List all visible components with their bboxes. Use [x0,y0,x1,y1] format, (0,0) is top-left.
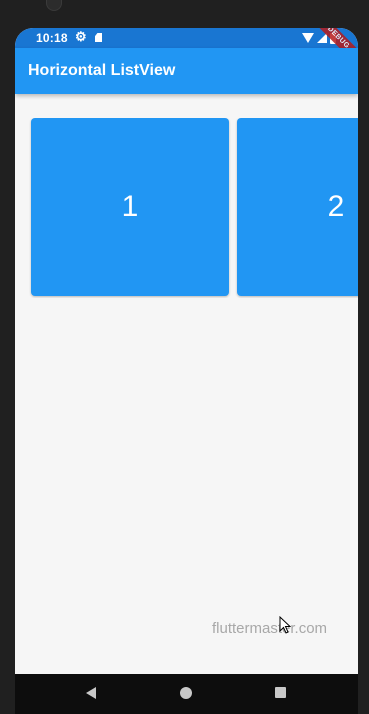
list-item-label: 2 [327,190,345,223]
list-item-label: 1 [121,190,139,223]
system-nav-bar [15,674,358,714]
camera-notch [46,0,62,11]
watermark-text: fluttermaster.com [212,620,328,637]
home-icon[interactable] [180,687,192,699]
back-icon[interactable] [86,687,96,699]
mouse-cursor-icon [279,616,291,634]
status-time: 10:18 [36,31,68,45]
list-item[interactable]: 1 [31,118,229,296]
list-item[interactable]: 2 [237,118,358,296]
gear-icon: ⚙ [75,29,87,44]
app-bar-title: Horizontal ListView [28,62,176,79]
sd-card-icon [95,33,102,42]
wifi-icon [302,33,314,43]
horizontal-list[interactable]: 1 2 [15,118,358,298]
app-screen: 10:18 ⚙ DEBUG Horizontal ListView 1 2 [15,28,358,674]
phone-frame: 10:18 ⚙ DEBUG Horizontal ListView 1 2 fl… [0,0,369,714]
app-bar: Horizontal ListView [15,48,358,94]
status-bar: 10:18 ⚙ DEBUG [15,28,358,71]
recents-icon[interactable] [275,687,286,698]
